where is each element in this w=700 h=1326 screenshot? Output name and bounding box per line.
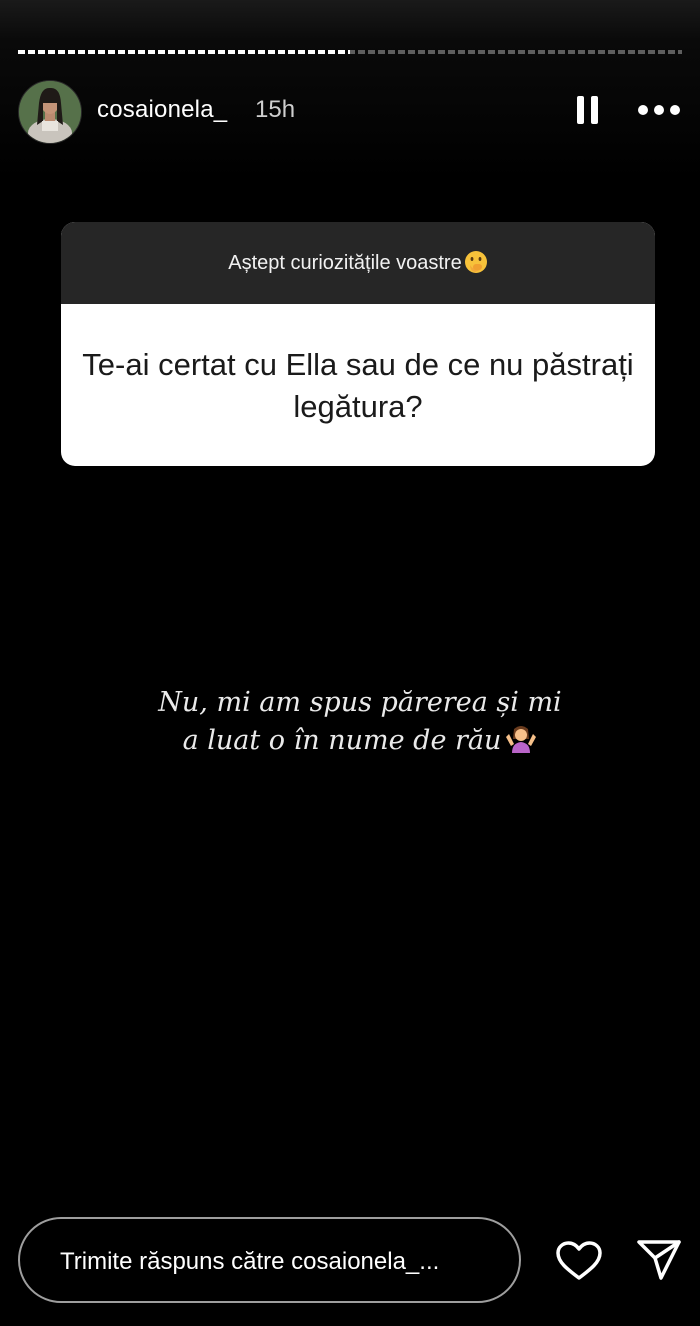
- post-time: 15h: [255, 96, 296, 123]
- answer-line-2: a luat o în nume de rău: [120, 722, 600, 760]
- sticker-prompt-text: Aștept curiozitățile voastre: [228, 252, 462, 274]
- avatar[interactable]: [18, 80, 82, 144]
- answer-line-1: Nu, mi am spus părerea și mi: [158, 687, 562, 718]
- sticker-prompt: Aștept curiozitățile voastre: [61, 250, 655, 275]
- answer-text: Nu, mi am spus părerea și mi a luat o în…: [120, 684, 600, 760]
- person-shrugging-emoji-icon: [506, 726, 537, 753]
- sticker-question: Te-ai certat cu Ella sau de ce nu păstra…: [82, 347, 634, 424]
- like-button[interactable]: [555, 1240, 603, 1282]
- heart-icon: [556, 1241, 602, 1280]
- face-with-hand-over-mouth-emoji-icon: [464, 251, 487, 273]
- username[interactable]: cosaionela_: [97, 96, 227, 124]
- question-sticker-header: Aștept curiozitățile voastre: [61, 222, 655, 304]
- send-icon: [637, 1240, 681, 1280]
- more-options-icon: [638, 105, 680, 115]
- more-options-button[interactable]: [636, 100, 682, 120]
- story-viewer: cosaionela_ 15h Aștept curiozitățile voa…: [0, 0, 700, 1326]
- reply-input[interactable]: Trimite răspuns către cosaionela_...: [18, 1217, 521, 1303]
- reply-placeholder: Trimite răspuns către cosaionela_...: [60, 1248, 440, 1275]
- story-header: cosaionela_ 15h: [18, 80, 682, 144]
- story-progress-bar: [18, 50, 682, 54]
- send-button[interactable]: [636, 1238, 682, 1282]
- question-sticker: Aștept curiozitățile voastre Te-ai certa…: [61, 222, 655, 466]
- answer-line-2-text: a luat o în nume de rău: [182, 725, 502, 756]
- pause-button[interactable]: [576, 94, 600, 126]
- progress-fill: [18, 50, 350, 54]
- pause-icon: [577, 96, 598, 124]
- profile-photo-icon: [19, 81, 81, 143]
